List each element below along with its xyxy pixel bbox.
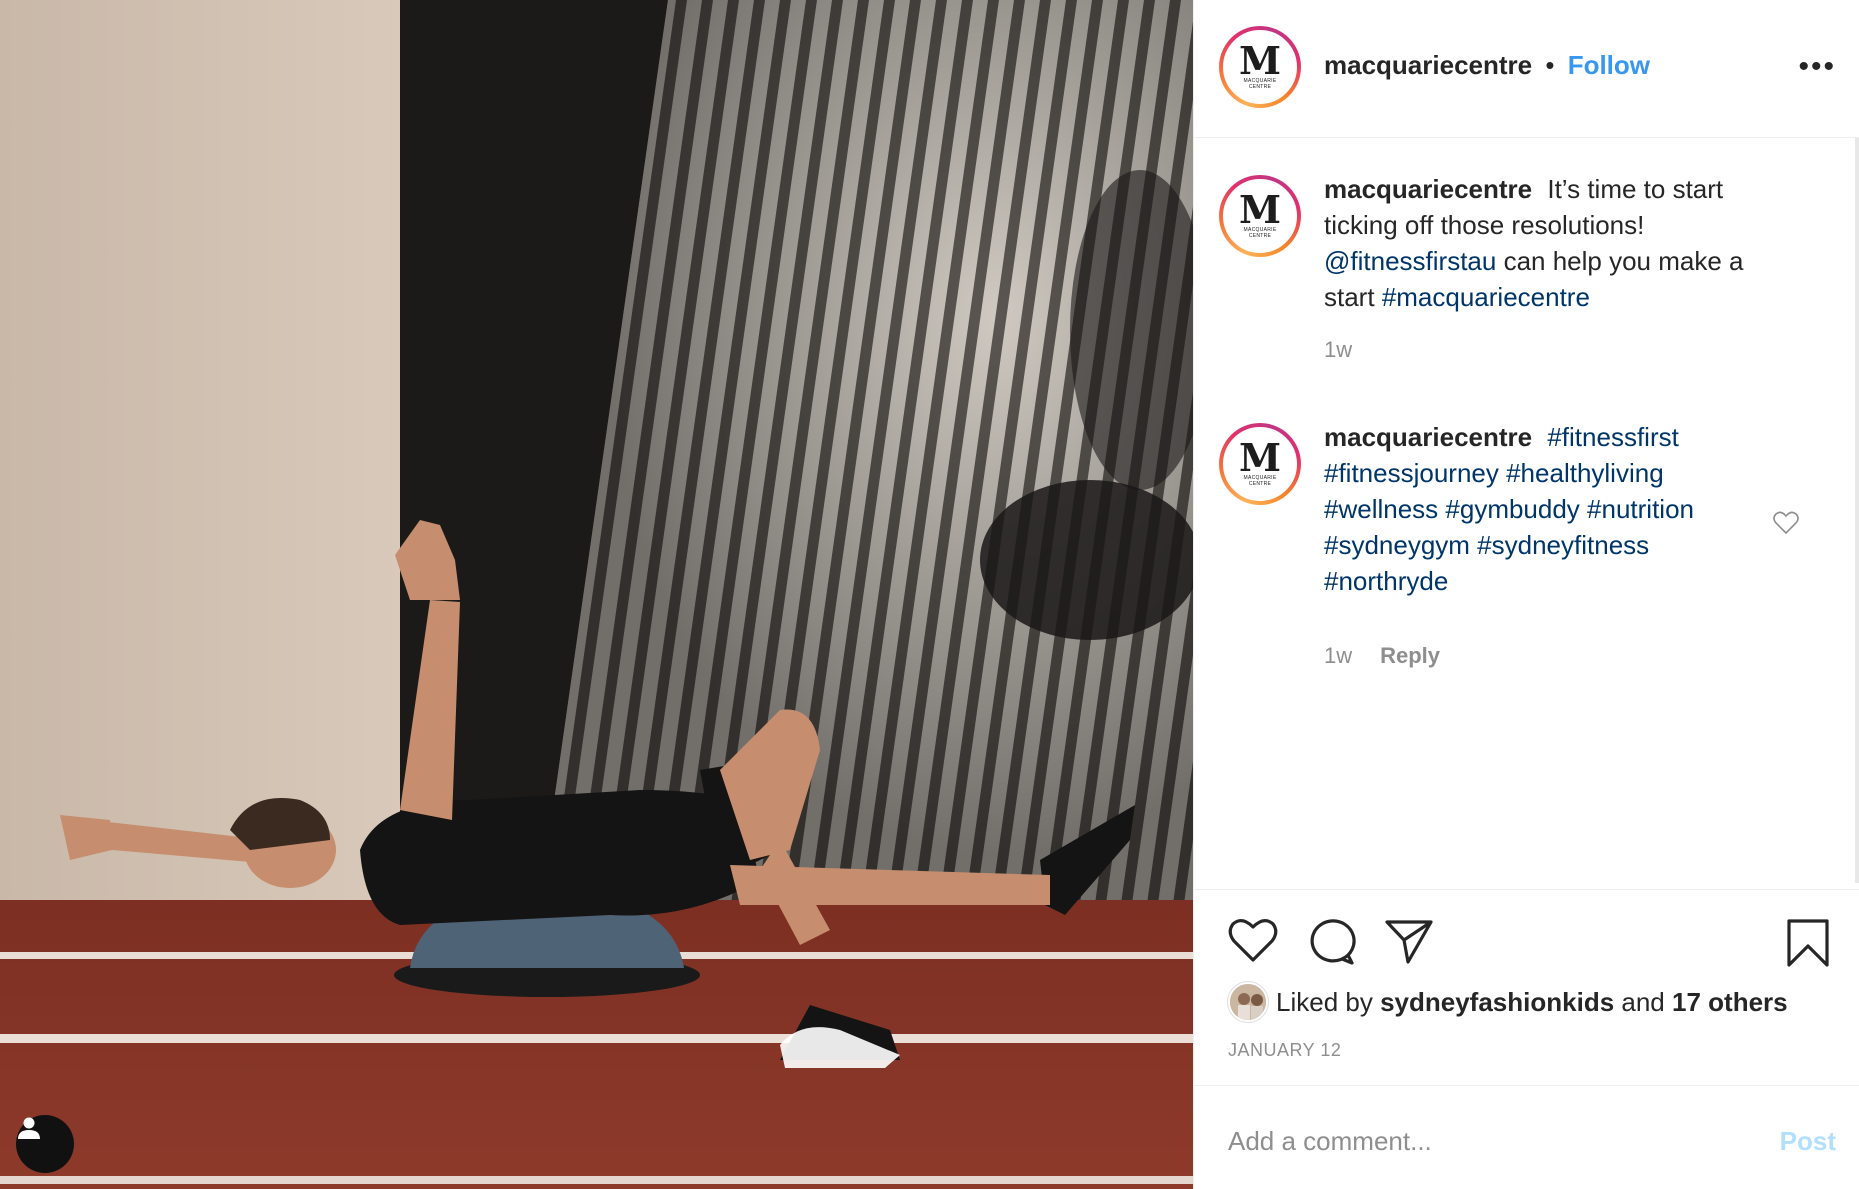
caption-author-avatar[interactable]: M MACQUARIE CENTRE [1219,175,1301,257]
author-avatar[interactable]: M MACQUARIE CENTRE [1219,26,1301,108]
heart-icon [1228,919,1278,962]
post-comment-button[interactable]: Post [1780,1126,1836,1157]
header-user-line: macquariecentre • Follow [1324,50,1650,81]
share-button[interactable] [1384,918,1434,969]
avatar-logo-text-2: CENTRE [1248,481,1272,487]
save-button[interactable] [1786,918,1830,973]
like-comment-button[interactable] [1773,511,1799,540]
tagged-users-button[interactable] [16,1115,74,1173]
bookmark-icon [1787,919,1829,967]
person-icon [18,1117,40,1139]
avatar-logo-letter: M [1238,38,1282,83]
comment-meta: 1w Reply [1324,643,1440,669]
comment-text: macquariecentre #fitnessfirst #fitnessjo… [1324,419,1764,599]
comment-item: M MACQUARIE CENTRE macquariecentre #fitn… [1219,422,1819,703]
avatar-logo-letter: M [1238,435,1282,480]
post-actions: Liked by sydneyfashionkids and 17 others… [1194,889,1859,1085]
post-photo[interactable] [0,0,1193,1189]
comment-username[interactable]: macquariecentre [1324,422,1532,452]
comment-bubble-icon [1310,919,1356,965]
caption-hashtag-link[interactable]: #macquariecentre [1382,282,1590,312]
comment-timestamp[interactable]: 1w [1324,643,1352,668]
liker-avatar-image [1230,984,1266,1020]
caption: M MACQUARIE CENTRE macquariecentre It’s … [1219,174,1819,375]
comment-author-avatar[interactable]: M MACQUARIE CENTRE [1219,423,1301,505]
post-side-panel: M MACQUARIE CENTRE macquariecentre • Fol… [1193,0,1859,1189]
avatar-logo-letter: M [1238,187,1282,232]
likes-summary: Liked by sydneyfashionkids and 17 others [1228,982,1788,1022]
post-header: M MACQUARIE CENTRE macquariecentre • Fol… [1194,0,1859,138]
comments-list: M MACQUARIE CENTRE macquariecentre It’s … [1194,139,1859,889]
caption-mention-link[interactable]: @fitnessfirstau [1324,246,1496,276]
like-button[interactable] [1228,918,1278,969]
post-date[interactable]: JANUARY 12 [1228,1040,1341,1061]
caption-timestamp[interactable]: 1w [1324,337,1352,363]
caption-username[interactable]: macquariecentre [1324,174,1532,204]
likes-prefix: Liked by [1276,986,1373,1017]
comments-scrollbar[interactable] [1855,138,1859,883]
author-username[interactable]: macquariecentre [1324,50,1532,80]
more-options-icon[interactable]: ••• [1798,52,1836,82]
paper-plane-icon [1385,920,1433,964]
header-separator: • [1545,50,1555,80]
likes-others-link[interactable]: 17 others [1672,987,1788,1018]
follow-button[interactable]: Follow [1568,50,1650,80]
avatar-logo-text-2: CENTRE [1248,233,1272,239]
photo-illustration [0,0,1193,1189]
comment-button[interactable] [1306,918,1356,971]
liker-avatar[interactable] [1228,982,1268,1022]
comment-input[interactable]: Add a comment... [1228,1126,1432,1157]
caption-text: macquariecentre It’s time to start ticki… [1324,171,1764,315]
add-comment-bar: Add a comment... Post [1194,1085,1859,1189]
avatar-logo-text-2: CENTRE [1248,84,1272,90]
reply-button[interactable]: Reply [1380,643,1440,668]
liker-username[interactable]: sydneyfashionkids [1380,987,1614,1018]
likes-middle: and [1621,986,1665,1017]
heart-outline-icon [1773,511,1799,535]
